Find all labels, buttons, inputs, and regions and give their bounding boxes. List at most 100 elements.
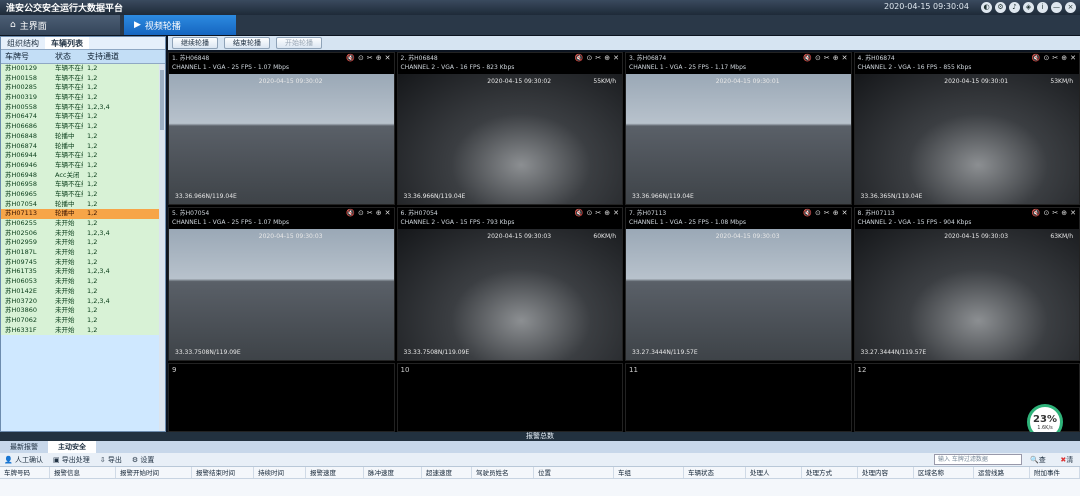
vehicle-row[interactable]: 苏H02506 未开始 1,2,3,4 bbox=[1, 228, 165, 239]
snapshot-icon[interactable]: ⊙ bbox=[587, 54, 593, 63]
video-cell[interactable]: 11 bbox=[625, 362, 852, 432]
column-header[interactable]: 位置 bbox=[534, 467, 614, 478]
vehicle-row[interactable]: 苏H03720 未开始 1,2,3,4 bbox=[1, 296, 165, 307]
vehicle-row[interactable]: 苏H06944 车辆不在线 1,2 bbox=[1, 151, 165, 161]
mute-icon[interactable]: 🔇 bbox=[1032, 54, 1041, 63]
column-header[interactable]: 报警开始时间 bbox=[116, 467, 192, 478]
mute-icon[interactable]: 🔇 bbox=[346, 209, 355, 218]
column-header[interactable]: 处理内容 bbox=[858, 467, 914, 478]
cut-icon[interactable]: ✂ bbox=[367, 209, 373, 218]
snapshot-icon[interactable]: ⊙ bbox=[358, 209, 364, 218]
window-icon-0[interactable]: ◐ bbox=[981, 2, 992, 13]
cut-icon[interactable]: ✂ bbox=[824, 209, 830, 218]
vehicle-row[interactable]: 苏H0142E 未开始 1,2 bbox=[1, 286, 165, 297]
snapshot-icon[interactable]: ⊙ bbox=[1044, 54, 1050, 63]
zoom-icon[interactable]: ⊕ bbox=[604, 54, 610, 63]
vehicle-row[interactable]: 苏H06965 车辆不在线 1,2 bbox=[1, 189, 165, 200]
column-header[interactable]: 处理方式 bbox=[802, 467, 858, 478]
vehicle-row[interactable]: 苏H02959 未开始 1,2 bbox=[1, 238, 165, 249]
tab-latest-alarm[interactable]: 最新报警 bbox=[0, 441, 48, 453]
export-process-button[interactable]: ▣ 导出处理 bbox=[53, 455, 90, 465]
vehicle-row[interactable]: 苏H06474 车辆不在线 1,2 bbox=[1, 112, 165, 123]
column-header[interactable]: 超速速度 bbox=[422, 467, 472, 478]
vehicle-list-scrollbar[interactable] bbox=[159, 64, 165, 431]
plate-filter-input[interactable]: 输入 车牌过滤数据 bbox=[934, 454, 1022, 465]
vehicle-row[interactable]: 苏H07062 未开始 1,2 bbox=[1, 315, 165, 326]
column-header[interactable]: 车牌号码 bbox=[0, 467, 50, 478]
tab-vehicle-list[interactable]: 车辆列表 bbox=[45, 37, 89, 49]
video-cell[interactable]: 4. 苏H06874 CHANNEL 2 - VGA - 16 FPS - 855… bbox=[853, 52, 1080, 206]
vehicle-row[interactable]: 苏H00285 车辆不在线 1,2 bbox=[1, 83, 165, 94]
snapshot-icon[interactable]: ⊙ bbox=[1044, 209, 1050, 218]
zoom-icon[interactable]: ⊕ bbox=[1061, 54, 1067, 63]
snapshot-icon[interactable]: ⊙ bbox=[815, 209, 821, 218]
mute-icon[interactable]: 🔇 bbox=[575, 54, 584, 63]
vehicle-row[interactable]: 苏H09745 未开始 1,2 bbox=[1, 257, 165, 268]
mute-icon[interactable]: 🔇 bbox=[803, 209, 812, 218]
column-header[interactable]: 报警信息 bbox=[50, 467, 116, 478]
vehicle-row[interactable]: 苏H6331F 未开始 1,2 bbox=[1, 325, 165, 336]
vehicle-row[interactable]: 苏H06686 车辆不在线 1,2 bbox=[1, 122, 165, 132]
mute-icon[interactable]: 🔇 bbox=[575, 209, 584, 218]
tab-organization[interactable]: 组织结构 bbox=[1, 37, 45, 49]
close-icon[interactable]: ✕ bbox=[842, 209, 848, 218]
cut-icon[interactable]: ✂ bbox=[595, 54, 601, 63]
close-icon[interactable]: ✕ bbox=[385, 209, 391, 218]
vehicle-row[interactable]: 苏H06053 未开始 1,2 bbox=[1, 277, 165, 287]
close-icon[interactable]: ✕ bbox=[1070, 54, 1076, 63]
vehicle-row[interactable]: 苏H06946 车辆不在线 1,2 bbox=[1, 160, 165, 171]
column-header[interactable]: 车辆状态 bbox=[684, 467, 746, 478]
vehicle-row[interactable]: 苏H07113 轮播中 1,2 bbox=[1, 209, 165, 219]
close-icon[interactable]: ✕ bbox=[613, 209, 619, 218]
column-header[interactable]: 附加事件 bbox=[1030, 467, 1080, 478]
video-cell[interactable]: 6. 苏H07054 CHANNEL 2 - VGA - 15 FPS - 793… bbox=[396, 207, 623, 361]
video-cell[interactable]: 2. 苏H06848 CHANNEL 2 - VGA - 16 FPS - 823… bbox=[396, 52, 623, 206]
export-button[interactable]: ⇩ 导出 bbox=[100, 455, 122, 465]
cut-icon[interactable]: ✂ bbox=[367, 54, 373, 63]
zoom-icon[interactable]: ⊕ bbox=[376, 209, 382, 218]
column-header[interactable]: 驾驶员姓名 bbox=[472, 467, 534, 478]
video-cell[interactable]: 7. 苏H07113 CHANNEL 1 - VGA - 25 FPS - 1.0… bbox=[625, 207, 852, 361]
vehicle-row[interactable]: 苏H06874 轮播中 1,2 bbox=[1, 141, 165, 152]
close-icon[interactable]: ✕ bbox=[842, 54, 848, 63]
mute-icon[interactable]: 🔇 bbox=[346, 54, 355, 63]
column-header[interactable]: 区域名称 bbox=[914, 467, 974, 478]
video-cell[interactable]: 1. 苏H06848 CHANNEL 1 - VGA - 25 FPS - 1.0… bbox=[168, 52, 395, 206]
vehicle-row[interactable]: 苏H06958 车辆不在线 1,2 bbox=[1, 180, 165, 190]
tab-home[interactable]: ⌂ 主界面 bbox=[0, 15, 120, 35]
column-header[interactable]: 持续时间 bbox=[254, 467, 306, 478]
cut-icon[interactable]: ✂ bbox=[1052, 54, 1058, 63]
column-header[interactable]: 报警结束时间 bbox=[192, 467, 254, 478]
start-rotation-button[interactable]: 开始轮播 bbox=[276, 37, 322, 49]
zoom-icon[interactable]: ⊕ bbox=[376, 54, 382, 63]
vehicle-row[interactable]: 苏H00319 车辆不在线 1,2 bbox=[1, 93, 165, 103]
column-header[interactable]: 车组 bbox=[614, 467, 684, 478]
column-header[interactable]: 处理人 bbox=[746, 467, 802, 478]
snapshot-icon[interactable]: ⊙ bbox=[587, 209, 593, 218]
settings-button[interactable]: ⚙ 设置 bbox=[132, 455, 155, 465]
video-cell[interactable]: 9 bbox=[168, 362, 395, 432]
vehicle-row[interactable]: 苏H07054 轮播中 1,2 bbox=[1, 199, 165, 210]
video-cell[interactable]: 3. 苏H06874 CHANNEL 1 - VGA - 25 FPS - 1.1… bbox=[625, 52, 852, 206]
zoom-icon[interactable]: ⊕ bbox=[1061, 209, 1067, 218]
snapshot-icon[interactable]: ⊙ bbox=[815, 54, 821, 63]
cut-icon[interactable]: ✂ bbox=[1052, 209, 1058, 218]
zoom-icon[interactable]: ⊕ bbox=[833, 54, 839, 63]
cut-icon[interactable]: ✂ bbox=[595, 209, 601, 218]
vehicle-row[interactable]: 苏H0187L 未开始 1,2 bbox=[1, 248, 165, 258]
tab-video-rotation[interactable]: ▶ 视频轮播 bbox=[124, 15, 236, 35]
cut-icon[interactable]: ✂ bbox=[824, 54, 830, 63]
column-header[interactable]: 运营线路 bbox=[974, 467, 1030, 478]
snapshot-icon[interactable]: ⊙ bbox=[358, 54, 364, 63]
window-icon-6[interactable]: × bbox=[1065, 2, 1076, 13]
tab-active-safety[interactable]: 主动安全 bbox=[48, 441, 96, 453]
vehicle-row[interactable]: 苏H00558 车辆不在线 1,2,3,4 bbox=[1, 102, 165, 113]
video-cell[interactable]: 5. 苏H07054 CHANNEL 1 - VGA - 25 FPS - 1.0… bbox=[168, 207, 395, 361]
column-header[interactable]: 脉冲速度 bbox=[364, 467, 422, 478]
window-icon-2[interactable]: ♪ bbox=[1009, 2, 1020, 13]
mute-icon[interactable]: 🔇 bbox=[803, 54, 812, 63]
zoom-icon[interactable]: ⊕ bbox=[833, 209, 839, 218]
vehicle-row[interactable]: 苏H06848 轮播中 1,2 bbox=[1, 131, 165, 142]
stop-rotation-button[interactable]: 结束轮播 bbox=[224, 37, 270, 49]
window-icon-5[interactable]: — bbox=[1051, 2, 1062, 13]
